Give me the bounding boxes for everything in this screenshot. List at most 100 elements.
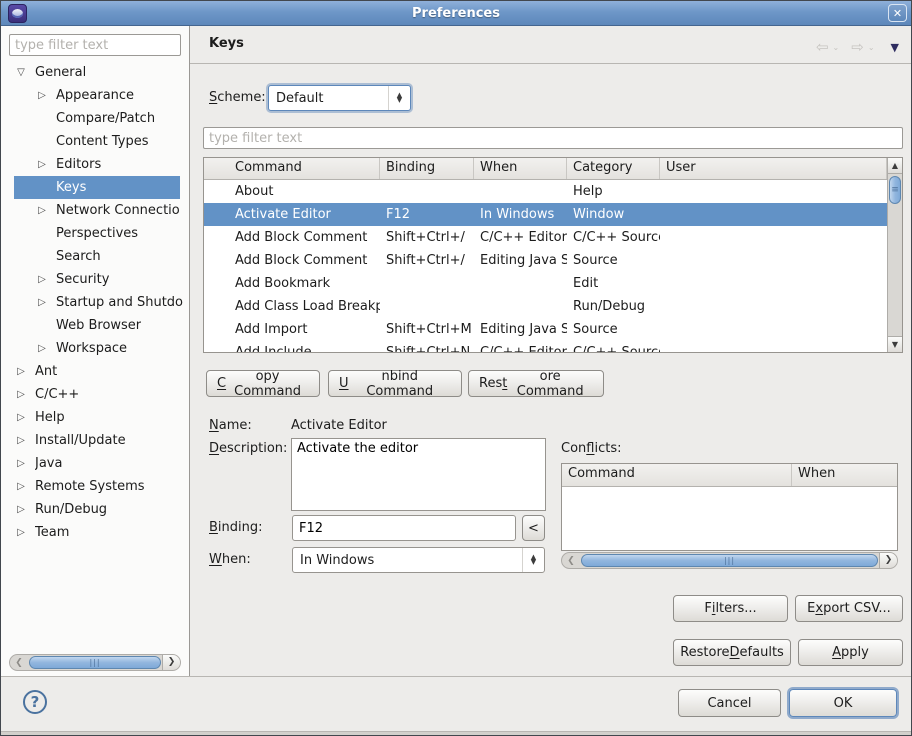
export-csv-button[interactable]: Export CSV... xyxy=(795,595,903,622)
sidebar-tree-item[interactable]: Content Types xyxy=(1,130,189,153)
back-chevron-icon[interactable]: ⌄ xyxy=(833,43,840,52)
view-menu-icon[interactable]: ▼ xyxy=(891,41,899,54)
copy-command-button[interactable]: Copy Command xyxy=(206,370,320,397)
page-header: Keys ⇦ ⌄ ⇨ ⌄ ▼ xyxy=(190,26,911,64)
tree-expander-icon[interactable]: ▷ xyxy=(15,435,27,446)
tree-item-label: General xyxy=(35,65,86,80)
table-row[interactable]: Add Import Shift+Ctrl+M Editing Java Sou… xyxy=(204,318,887,341)
cell-when: In Windows xyxy=(474,207,567,222)
name-value: Activate Editor xyxy=(291,416,387,436)
description-field[interactable]: Activate the editor xyxy=(291,438,546,511)
conflicts-col-command[interactable]: Command xyxy=(562,464,792,486)
sidebar-tree-item[interactable]: ▷ Editors xyxy=(1,153,189,176)
scroll-down-icon[interactable]: ▼ xyxy=(888,336,902,352)
table-row[interactable]: Add Include Shift+Ctrl+N C/C++ Editor C/… xyxy=(204,341,887,353)
table-row[interactable]: Activate Editor F12 In Windows Window xyxy=(204,203,887,226)
scrollbar-thumb[interactable]: ||| xyxy=(29,656,161,669)
tree-expander-icon[interactable]: ▷ xyxy=(15,481,27,492)
tree-expander-icon[interactable]: ▷ xyxy=(36,205,48,216)
ok-button[interactable]: OK xyxy=(789,689,897,717)
sidebar-tree-item[interactable]: ▷ Appearance xyxy=(1,84,189,107)
scrollbar-thumb[interactable]: ≡ xyxy=(889,176,901,204)
col-when[interactable]: When xyxy=(474,158,567,179)
table-row[interactable]: Add Block Comment Shift+Ctrl+/ Editing J… xyxy=(204,249,887,272)
tree-expander-icon[interactable]: ▷ xyxy=(15,458,27,469)
sidebar-tree-item[interactable]: ▷ Startup and Shutdo xyxy=(1,291,189,314)
conflicts-hscrollbar[interactable]: ❮ ||| ❯ xyxy=(561,552,898,569)
restore-command-button[interactable]: Restore Command xyxy=(468,370,604,397)
sidebar-tree-item[interactable]: Compare/Patch xyxy=(1,107,189,130)
unbind-command-button[interactable]: Unbind Command xyxy=(328,370,462,397)
filters-button[interactable]: Filters... xyxy=(673,595,788,622)
close-icon: ✕ xyxy=(893,7,902,20)
apply-button[interactable]: Apply xyxy=(798,639,903,666)
tree-item-label: Help xyxy=(35,410,65,425)
scheme-combo[interactable]: Default ▲▼ xyxy=(268,85,411,111)
tree-expander-icon[interactable]: ▷ xyxy=(36,297,48,308)
sidebar-tree-item[interactable]: ▷ Workspace xyxy=(1,337,189,360)
sidebar-tree-item[interactable]: ▷ Java xyxy=(1,452,189,475)
binding-label: Binding: xyxy=(209,518,263,538)
sidebar-tree-item[interactable]: Keys xyxy=(14,176,180,199)
tree-expander-icon[interactable]: ▷ xyxy=(15,389,27,400)
table-row[interactable]: Add Block Comment Shift+Ctrl+/ C/C++ Edi… xyxy=(204,226,887,249)
col-binding[interactable]: Binding xyxy=(380,158,474,179)
sidebar-tree-item[interactable]: Web Browser xyxy=(1,314,189,337)
cell-when: C/C++ Editor xyxy=(474,345,567,353)
conflicts-col-when[interactable]: When xyxy=(792,464,897,486)
sidebar-tree-item[interactable]: ▽ General xyxy=(1,61,189,84)
restore-defaults-button[interactable]: Restore Defaults xyxy=(673,639,791,666)
back-arrow-icon[interactable]: ⇦ xyxy=(816,38,829,56)
table-row[interactable]: About Help xyxy=(204,180,887,203)
col-command[interactable]: Command xyxy=(204,158,380,179)
sidebar-tree-item[interactable]: ▷ Run/Debug xyxy=(1,498,189,521)
titlebar[interactable]: Preferences ✕ xyxy=(1,1,911,26)
sidebar-tree-item[interactable]: Perspectives xyxy=(1,222,189,245)
tree-expander-icon[interactable]: ▷ xyxy=(36,90,48,101)
scroll-left-icon[interactable]: ❮ xyxy=(562,556,580,566)
sidebar-hscrollbar[interactable]: ❮ ||| ❯ xyxy=(9,654,181,671)
tree-item-label: Ant xyxy=(35,364,57,379)
sidebar-tree-item[interactable]: ▷ Remote Systems xyxy=(1,475,189,498)
tree-expander-icon[interactable]: ▷ xyxy=(36,274,48,285)
table-row[interactable]: Add Class Load Breakpoint Run/Debug xyxy=(204,295,887,318)
command-filter-input[interactable] xyxy=(203,127,903,149)
tree-expander-icon[interactable]: ▽ xyxy=(15,67,27,78)
tree-expander-icon[interactable]: ▷ xyxy=(15,412,27,423)
scroll-right-icon[interactable]: ❯ xyxy=(162,655,180,670)
tree-expander-icon[interactable]: ▷ xyxy=(15,527,27,538)
scroll-up-icon[interactable]: ▲ xyxy=(888,158,902,174)
scroll-right-icon[interactable]: ❯ xyxy=(879,553,897,568)
cell-binding: Shift+Ctrl+/ xyxy=(380,230,474,245)
sidebar-tree-item[interactable]: ▷ Ant xyxy=(1,360,189,383)
scrollbar-thumb[interactable]: ||| xyxy=(581,554,878,567)
tree-expander-icon[interactable]: ▷ xyxy=(15,366,27,377)
sidebar-tree-item[interactable]: ▷ Install/Update xyxy=(1,429,189,452)
col-user[interactable]: User xyxy=(660,158,887,179)
sidebar-tree-item[interactable]: ▷ Team xyxy=(1,521,189,544)
sidebar-tree-item[interactable]: ▷ Help xyxy=(1,406,189,429)
binding-field[interactable] xyxy=(292,515,516,541)
col-category[interactable]: Category xyxy=(567,158,660,179)
sidebar-tree-item[interactable]: Search xyxy=(1,245,189,268)
tree-expander-icon[interactable]: ▷ xyxy=(36,159,48,170)
tree-expander-icon[interactable]: ▷ xyxy=(36,343,48,354)
sidebar-tree-item[interactable]: ▷ Network Connectio xyxy=(1,199,189,222)
table-vscrollbar[interactable]: ▲ ≡ ▼ xyxy=(887,158,902,352)
cancel-button[interactable]: Cancel xyxy=(678,689,781,717)
forward-arrow-icon[interactable]: ⇨ xyxy=(851,38,864,56)
scroll-left-icon[interactable]: ❮ xyxy=(10,658,28,668)
sidebar-filter-input[interactable] xyxy=(9,34,181,56)
forward-chevron-icon[interactable]: ⌄ xyxy=(868,43,875,52)
capture-binding-button[interactable]: < xyxy=(522,515,545,541)
table-row[interactable]: Add Bookmark Edit xyxy=(204,272,887,295)
sidebar-tree-item[interactable]: ▷ Security xyxy=(1,268,189,291)
help-button[interactable]: ? xyxy=(23,690,47,714)
sidebar-tree-item[interactable]: ▷ C/C++ xyxy=(1,383,189,406)
when-combo[interactable]: In Windows ▲▼ xyxy=(292,547,545,573)
key-bindings-table: Command Binding When Category User About… xyxy=(203,157,903,353)
close-button[interactable]: ✕ xyxy=(888,4,907,22)
description-label: Description: xyxy=(209,439,287,459)
tree-expander-icon[interactable]: ▷ xyxy=(15,504,27,515)
cell-binding: Shift+Ctrl+N xyxy=(380,345,474,353)
